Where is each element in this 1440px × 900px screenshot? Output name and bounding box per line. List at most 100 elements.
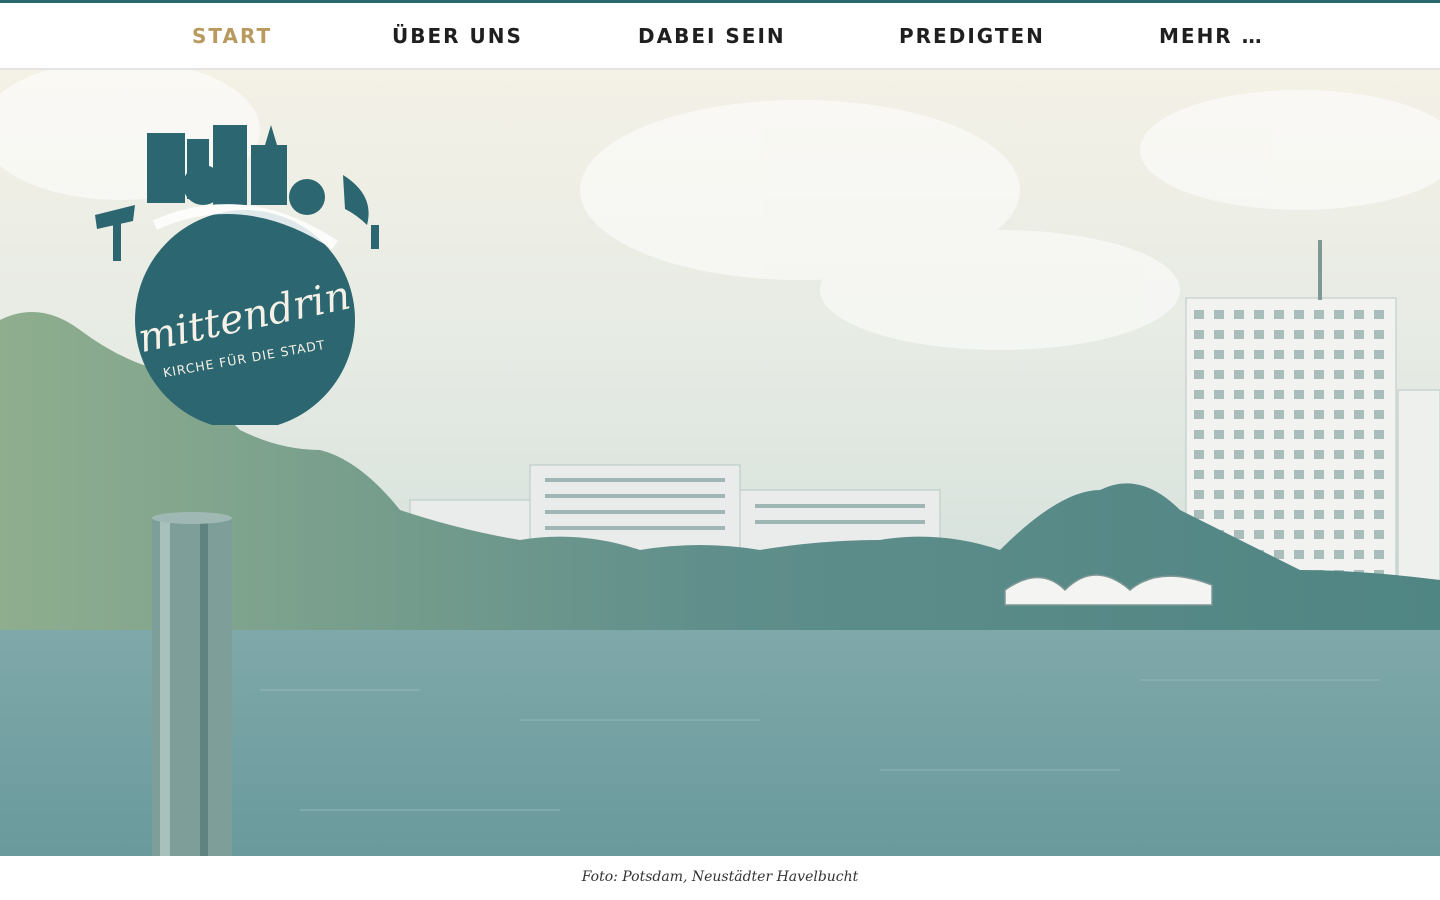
tower-window — [1374, 490, 1384, 499]
nav-item-ueber-uns[interactable]: ÜBER UNS — [392, 3, 523, 70]
tower-window — [1294, 410, 1304, 419]
tower-window — [1234, 510, 1244, 519]
tower-window — [1354, 350, 1364, 359]
tower-window — [1274, 470, 1284, 479]
tower-window — [1374, 430, 1384, 439]
tower-window — [1234, 490, 1244, 499]
nav-item-predigten[interactable]: PREDIGTEN — [899, 3, 1045, 70]
tower-window — [1354, 410, 1364, 419]
tower-window — [1334, 370, 1344, 379]
tower-window — [1214, 490, 1224, 499]
tower-window — [1374, 390, 1384, 399]
tower-window — [1374, 410, 1384, 419]
tower-window — [1374, 370, 1384, 379]
wooden-pile — [152, 512, 232, 856]
nav-item-start[interactable]: START — [192, 3, 272, 70]
tower-window — [1374, 310, 1384, 319]
tower-window — [1274, 530, 1284, 539]
tower-window — [1234, 310, 1244, 319]
tower-window — [1194, 350, 1204, 359]
tower-window — [1254, 350, 1264, 359]
tower-window — [1274, 450, 1284, 459]
tower-window — [1334, 530, 1344, 539]
logo-badge[interactable]: mittendrin KIRCHE FÜR DIE STADT — [75, 125, 385, 425]
tower-window — [1314, 470, 1324, 479]
tower-window — [1254, 410, 1264, 419]
tower-window — [1234, 450, 1244, 459]
tower-window — [1274, 550, 1284, 559]
tower-window — [1254, 390, 1264, 399]
tower-window — [1334, 510, 1344, 519]
tower-window — [1314, 510, 1324, 519]
tower-window — [1294, 470, 1304, 479]
tower-window — [1254, 470, 1264, 479]
tower-window — [1354, 510, 1364, 519]
tower-window — [1354, 470, 1364, 479]
tower-window — [1314, 350, 1324, 359]
tower-window — [1314, 330, 1324, 339]
tower-window — [1314, 310, 1324, 319]
nav-item-dabei-sein[interactable]: DABEI SEIN — [638, 3, 786, 70]
nav-item-mehr[interactable]: MEHR … — [1159, 3, 1264, 70]
tower-window — [1234, 330, 1244, 339]
tower-window — [1214, 390, 1224, 399]
tower-window — [1254, 430, 1264, 439]
tower-window — [1354, 550, 1364, 559]
tower-window — [1314, 550, 1324, 559]
tower-window — [1374, 330, 1384, 339]
tower-window — [1194, 390, 1204, 399]
tower-window — [1234, 350, 1244, 359]
main-navigation: START ÜBER UNS DABEI SEIN PREDIGTEN MEHR… — [0, 3, 1440, 70]
tower-window — [1374, 470, 1384, 479]
tower-window — [1274, 350, 1284, 359]
tower-window — [1334, 470, 1344, 479]
tower-window — [1274, 490, 1284, 499]
tower-window — [1334, 410, 1344, 419]
tower-window — [1194, 470, 1204, 479]
tower-window — [1354, 490, 1364, 499]
tower-window — [1374, 550, 1384, 559]
tower-window — [1234, 410, 1244, 419]
tower-window — [1194, 450, 1204, 459]
tower-window — [1234, 370, 1244, 379]
tower-window — [1294, 330, 1304, 339]
tower-window — [1354, 430, 1364, 439]
tower-window — [1294, 450, 1304, 459]
tower-window — [1354, 370, 1364, 379]
tower-window — [1274, 410, 1284, 419]
tower-window — [1374, 510, 1384, 519]
hero-caption: Foto: Potsdam, Neustädter Havelbucht — [581, 869, 859, 885]
tower-window — [1194, 430, 1204, 439]
tower-window — [1334, 450, 1344, 459]
tower-window — [1294, 370, 1304, 379]
tower-window — [1294, 350, 1304, 359]
tower-window — [1234, 470, 1244, 479]
tower-window — [1214, 370, 1224, 379]
tower-window — [1314, 450, 1324, 459]
tower-window — [1314, 530, 1324, 539]
tower-window — [1194, 490, 1204, 499]
tower-window — [1334, 490, 1344, 499]
tower-window — [1254, 530, 1264, 539]
tower-window — [1374, 350, 1384, 359]
tower-window — [1294, 310, 1304, 319]
hero-image: mittendrin KIRCHE FÜR DIE STADT — [0, 70, 1440, 856]
tower-window — [1274, 310, 1284, 319]
tower-window — [1334, 430, 1344, 439]
tower-window — [1334, 310, 1344, 319]
tower-window — [1254, 310, 1264, 319]
tower-window — [1234, 430, 1244, 439]
tower-window — [1214, 470, 1224, 479]
tower-window — [1214, 410, 1224, 419]
tower-window — [1194, 310, 1204, 319]
logo-badge-graphic: mittendrin KIRCHE FÜR DIE STADT — [95, 125, 379, 425]
tower-window — [1354, 530, 1364, 539]
tower-window — [1254, 330, 1264, 339]
tower-window — [1294, 430, 1304, 439]
tower-window — [1354, 450, 1364, 459]
tower-window — [1194, 510, 1204, 519]
tower-window — [1354, 330, 1364, 339]
tower-window — [1194, 370, 1204, 379]
tower-window — [1294, 510, 1304, 519]
tower-window — [1214, 430, 1224, 439]
